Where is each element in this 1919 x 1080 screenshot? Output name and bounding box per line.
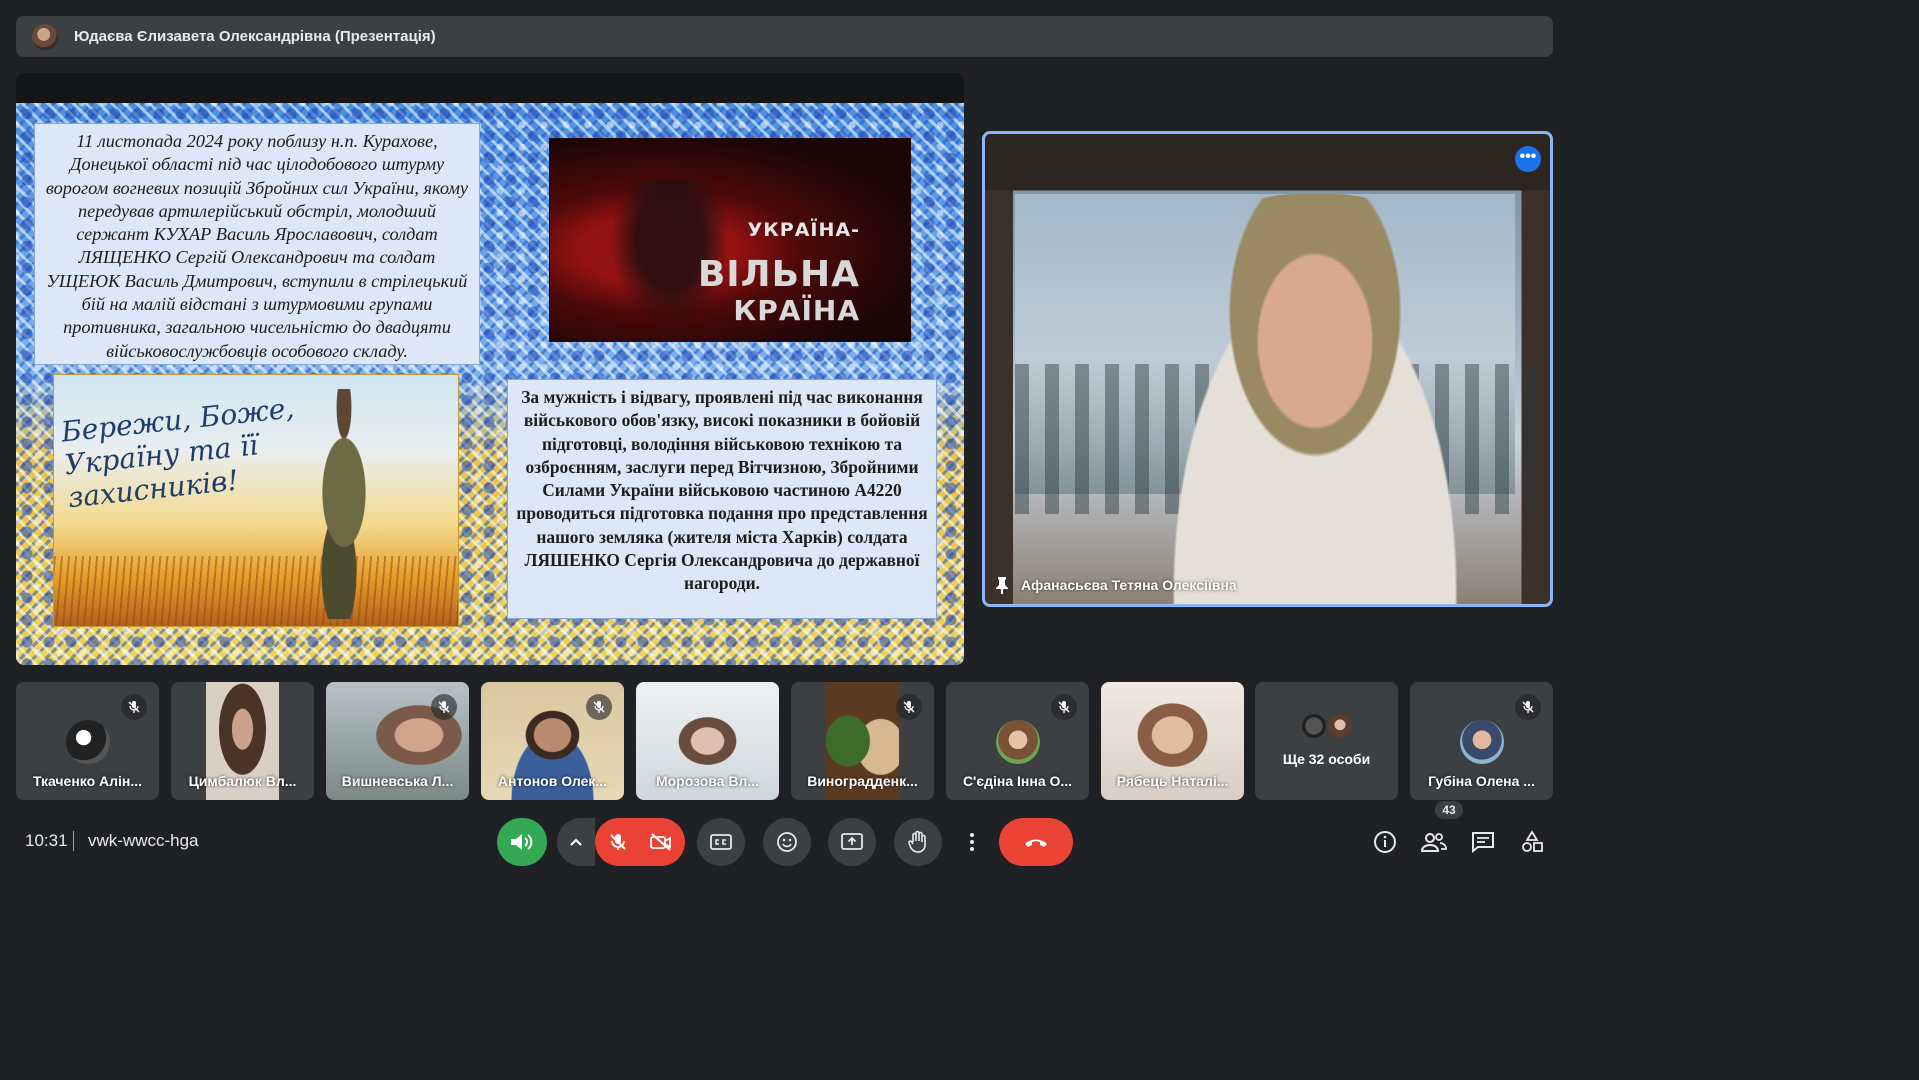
chat-icon [1472,832,1494,853]
hand-icon [908,830,926,853]
participant-strip: Ткаченко Алін... Цимбалюк Вл... Вишневсь… [16,682,1553,800]
people-icon [1421,833,1447,852]
participant-avatar [1326,712,1354,740]
people-button[interactable] [1418,826,1450,858]
speaker-video [1135,194,1495,604]
mic-off-icon [1051,694,1077,720]
presentation-slide: 11 листопада 2024 року поблизу н.п. Кура… [16,103,964,665]
mic-off-icon [431,694,457,720]
meeting-toolbar: 10:31 vwk-wwcc-hga [0,806,1568,882]
mic-off-icon [121,694,147,720]
mic-off-icon [586,694,612,720]
participant-tile[interactable]: Антонов Олек... [481,682,624,800]
participant-name: Рябець Наталі... [1116,773,1229,789]
slide-poster-image: Бережи, Боже, Україну та її захисників! [53,374,459,627]
presentation-stage[interactable]: 11 листопада 2024 року поблизу н.п. Кура… [16,73,964,665]
participant-name: С'єдіна Інна О... [962,773,1073,789]
speaker-audio-button[interactable] [497,818,547,866]
info-icon [1374,831,1396,853]
participant-tile[interactable]: Цимбалюк Вл... [171,682,314,800]
camera-toggle-button[interactable] [637,818,685,866]
mic-off-icon [1515,694,1541,720]
speaker-name: Афанасьєва Тетяна Олексіївна [1021,577,1237,593]
participant-name: Виноградденк... [807,773,918,789]
pinned-speaker-tile[interactable]: ••• Афанасьєва Тетяна Олексіївна [982,131,1553,607]
participant-avatar [65,720,110,764]
mic-off-icon [896,694,922,720]
video-caption-line3: КРАЇНА [733,294,860,327]
poster-soldier-figure [294,389,394,619]
participant-avatar [1300,712,1328,740]
participant-tile[interactable]: Виноградденк... [791,682,934,800]
more-options-button[interactable] [956,818,988,866]
participant-avatar [1459,720,1504,764]
presenter-title: Юдаєва Єлизавета Олександрівна (Презента… [74,28,436,45]
camera-off-icon [650,833,671,851]
more-participants-label: Ще 32 особи [1282,751,1371,767]
chat-button[interactable] [1467,826,1499,858]
tile-options-button[interactable]: ••• [1515,146,1541,172]
people-count-badge: 43 [1435,801,1463,819]
present-screen-button[interactable] [828,818,876,866]
chevron-up-icon [570,838,582,846]
speaker-icon [511,834,533,850]
activities-icon [1522,830,1543,852]
presenter-bar: Юдаєва Єлизавета Олександрівна (Презента… [16,16,1553,57]
hang-up-icon [1025,839,1047,847]
meeting-clock: 10:31 [25,831,68,850]
activities-button[interactable] [1516,826,1548,858]
slide-video-still: УКРАЇНА- ВІЛЬНА КРАЇНА [549,138,911,342]
participant-name: Цимбалюк Вл... [188,773,297,789]
participant-name: Вишневська Л... [341,773,454,789]
speaker-label: Афанасьєва Тетяна Олексіївна [995,576,1237,594]
more-participants-tile[interactable]: Ще 32 особи [1255,682,1398,800]
participant-name: Антонов Олек... [497,773,608,789]
participant-name: Ткаченко Алін... [32,773,143,789]
pin-icon[interactable] [995,576,1009,594]
participant-tile[interactable]: Губіна Олена ... [1410,682,1553,800]
participant-avatar [995,720,1040,764]
video-caption-line1: УКРАЇНА- [747,219,860,241]
closed-captions-icon [710,834,732,850]
audio-options-button[interactable] [557,818,595,866]
toolbar-divider [73,831,74,851]
participant-tile[interactable]: Ткаченко Алін... [16,682,159,800]
emoji-icon [777,832,797,852]
leave-call-button[interactable] [999,818,1073,866]
slide-award-text: За мужність і відвагу, проявлені під час… [507,379,937,619]
participant-tile[interactable]: Морозова Вл... [636,682,779,800]
captions-button[interactable] [697,818,745,866]
participant-tile[interactable]: Рябець Наталі... [1101,682,1244,800]
raise-hand-button[interactable] [894,818,942,866]
participant-name: Морозова Вл... [655,773,760,789]
participant-name: Губіна Олена ... [1428,773,1535,789]
participant-tile[interactable]: Вишневська Л... [326,682,469,800]
microphone-toggle-button[interactable] [595,818,641,866]
mic-off-icon [610,834,626,850]
poster-wheat-field [54,556,458,626]
more-vert-icon [970,833,974,851]
meeting-code[interactable]: vwk-wwcc-hga [88,831,199,851]
present-screen-icon [841,833,863,850]
poster-caption: Бережи, Боже, Україну та її захисників! [59,391,296,515]
presenter-avatar [32,23,58,50]
video-caption-line2: ВІЛЬНА [697,254,860,295]
reactions-button[interactable] [763,818,811,866]
meeting-details-button[interactable] [1369,826,1401,858]
participant-tile[interactable]: С'єдіна Інна О... [946,682,1089,800]
slide-story-text: 11 листопада 2024 року поблизу н.п. Кура… [34,123,480,365]
